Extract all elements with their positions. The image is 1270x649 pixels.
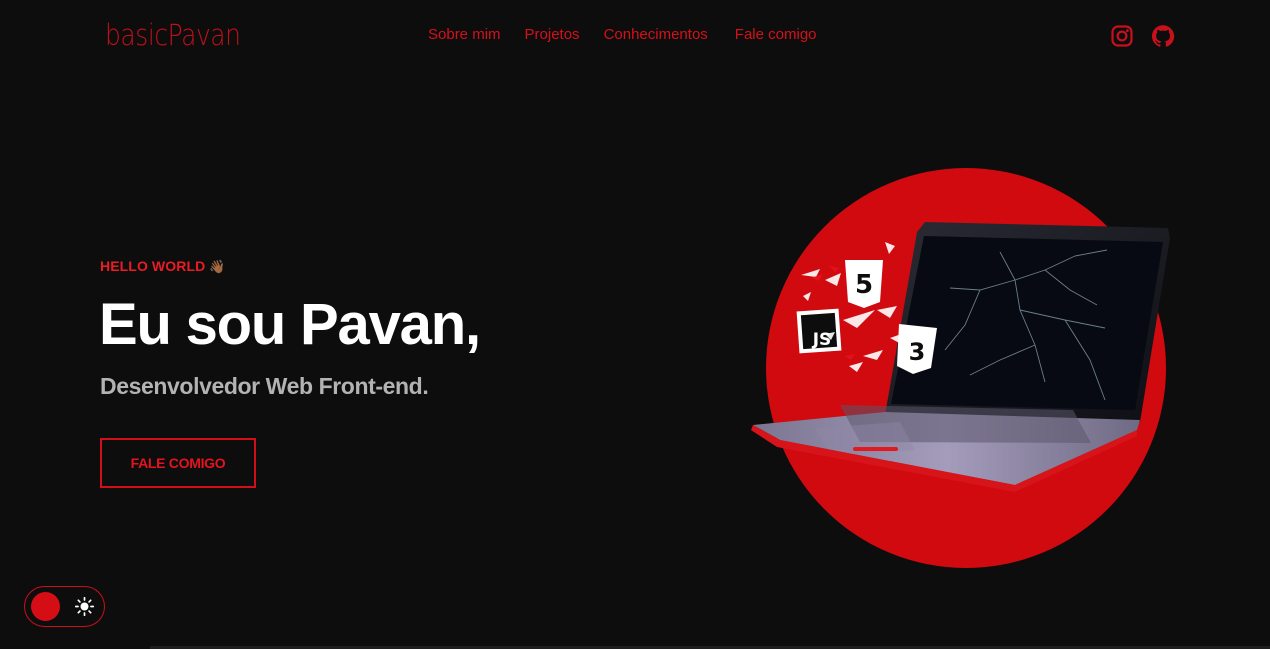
fale-comigo-button[interactable]: FALE COMIGO — [100, 438, 256, 488]
css3-badge-label: 3 — [909, 338, 926, 366]
html5-badge-label: 5 — [855, 270, 873, 300]
hero-subtitle: Desenvolvedor Web Front-end. — [100, 373, 429, 399]
js-badge: JS — [796, 308, 842, 354]
brand-logo[interactable]: basicPavan — [105, 18, 241, 52]
js-badge-label: JS — [812, 330, 832, 350]
github-icon[interactable] — [1151, 24, 1175, 48]
social-links — [1110, 24, 1175, 48]
html5-badge: 5 — [845, 260, 883, 308]
nav-link-fale-comigo[interactable]: Fale comigo — [735, 26, 817, 43]
nav-link-sobre-mim[interactable]: Sobre mim — [428, 26, 501, 43]
nav-link-conhecimentos[interactable]: Conhecimentos — [604, 26, 708, 43]
hero-illustration: 5 JS 3 — [751, 168, 1170, 568]
main-nav: Sobre mim Projetos Conhecimentos Fale co… — [428, 26, 841, 43]
theme-toggle[interactable] — [24, 586, 105, 627]
hero-greeting-text: HELLO WORLD — [100, 258, 206, 274]
nav-link-projetos[interactable]: Projetos — [525, 26, 580, 43]
waving-hand-icon: 👋🏾 — [209, 259, 226, 274]
instagram-icon[interactable] — [1110, 24, 1134, 48]
hero-title: Eu sou Pavan, — [99, 292, 481, 357]
sun-icon — [75, 597, 94, 616]
toggle-knob — [31, 592, 60, 621]
hero-greeting: HELLO WORLD 👋🏾 — [100, 258, 226, 275]
css3-badge: 3 — [897, 324, 937, 374]
